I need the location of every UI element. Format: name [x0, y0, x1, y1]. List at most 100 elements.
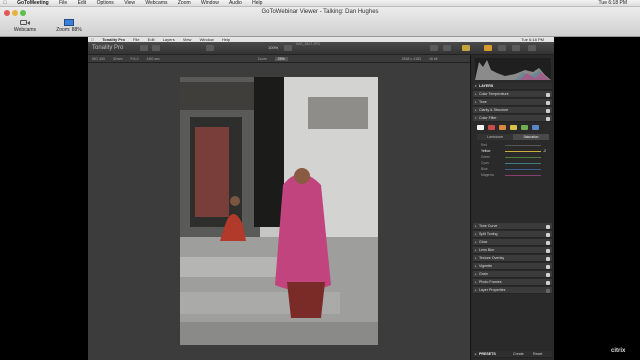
eyedropper-icon[interactable]	[498, 45, 506, 51]
section-grain-label: Grain	[479, 272, 488, 276]
enable-checkbox[interactable]	[546, 256, 550, 261]
window-title: GoToWebinar Viewer - Talking: Dan Hughes	[261, 9, 379, 15]
section-texture-overlay-label: Texture Overlay	[479, 256, 505, 260]
swatch-blue[interactable]	[532, 125, 539, 130]
section-vignette[interactable]: ▸ Vignette	[473, 263, 552, 270]
menu-view[interactable]: View	[124, 0, 135, 6]
fit-icon[interactable]	[206, 45, 214, 51]
create-preset-button[interactable]: Create	[513, 351, 524, 358]
enable-checkbox[interactable]	[546, 240, 550, 245]
image-canvas[interactable]	[88, 63, 470, 360]
zoom-100-button[interactable]: 100%	[268, 45, 278, 50]
panel-toggle-icon[interactable]	[528, 45, 536, 51]
compare-icon[interactable]	[284, 45, 292, 51]
swatch-green[interactable]	[521, 125, 528, 130]
zoom-select[interactable]: 25%	[274, 57, 288, 61]
enable-checkbox[interactable]	[546, 92, 550, 97]
open-icon[interactable]	[140, 45, 148, 51]
menu-file[interactable]: File	[59, 0, 67, 6]
color-swatches	[477, 125, 553, 131]
video-camera-icon	[20, 19, 30, 26]
share-icon[interactable]	[152, 45, 160, 51]
layers-label: LAYERS	[479, 84, 494, 88]
menu-audio[interactable]: Audio	[229, 0, 242, 6]
slider-blue[interactable]	[505, 169, 541, 170]
swatch-yellow[interactable]	[510, 125, 517, 130]
citrix-watermark: citrix	[611, 348, 626, 354]
menubar-clock: Tue 6:18 PM	[598, 0, 627, 6]
section-clarity-label: Clarity & Structure	[479, 108, 509, 112]
tonality-app-name: Tonality Pro	[92, 45, 124, 51]
adjustments-panel: ▾ LAYERS ▸ Color Temperature ▸ Tone ▸ Clarit…	[470, 55, 554, 360]
redo-icon[interactable]	[443, 45, 451, 51]
swatch-red[interactable]	[488, 125, 495, 130]
enable-checkbox[interactable]	[546, 280, 550, 285]
enable-checkbox[interactable]	[546, 288, 550, 293]
slider-magenta[interactable]	[505, 175, 541, 176]
menu-window[interactable]: Window	[201, 0, 219, 6]
mac-menubar:  GoToMeeting File Edit Options View Web…	[0, 0, 640, 7]
section-lens-blur[interactable]: ▸ Lens Blur	[473, 247, 552, 254]
section-tone-curve-label: Tone Curve	[479, 224, 498, 228]
undo-icon[interactable]	[430, 45, 438, 51]
channel-label-yellow: Yellow	[481, 149, 491, 153]
enable-checkbox[interactable]	[546, 248, 550, 253]
tab-saturation[interactable]: Saturation	[513, 134, 549, 140]
slider-yellow[interactable]	[505, 151, 541, 152]
enable-checkbox[interactable]	[546, 100, 550, 105]
histogram-icon[interactable]	[462, 45, 470, 51]
gotowebinar-window: GoToWebinar Viewer - Talking: Dan Hughes…	[0, 7, 640, 37]
info-aperture: F/4.0	[130, 57, 139, 61]
brush-icon[interactable]	[484, 45, 492, 51]
layers-header[interactable]: ▾ LAYERS	[473, 83, 552, 90]
section-tone[interactable]: ▸ Tone	[473, 99, 552, 106]
webcams-button[interactable]: Webcams	[8, 19, 42, 33]
slider-red[interactable]	[505, 145, 541, 146]
tab-luminance[interactable]: Luminance	[477, 134, 513, 140]
apple-icon[interactable]: 	[3, 0, 7, 6]
channel-label-green: Green	[481, 155, 491, 159]
webcams-label: Webcams	[13, 27, 37, 33]
swatch-white[interactable]	[477, 125, 484, 130]
menu-edit[interactable]: Edit	[78, 0, 87, 6]
slider-cyan[interactable]	[505, 163, 541, 164]
section-layer-properties-label: Layer Properties	[479, 288, 506, 292]
enable-checkbox[interactable]	[546, 108, 550, 113]
menu-webcams[interactable]: Webcams	[145, 0, 167, 6]
slider-green[interactable]	[505, 157, 541, 158]
section-grain[interactable]: ▸ Grain	[473, 271, 552, 278]
section-tone-curve[interactable]: ▸ Tone Curve	[473, 223, 552, 230]
section-vignette-label: Vignette	[479, 264, 493, 268]
enable-checkbox[interactable]	[546, 232, 550, 237]
photo-monk[interactable]	[180, 77, 378, 345]
menu-app-name[interactable]: GoToMeeting	[17, 0, 49, 6]
enable-checkbox[interactable]	[546, 272, 550, 277]
presets-bar[interactable]: ▸ PRESETS Create Reset	[473, 351, 552, 358]
channel-sliders: Red Yellow -2 Green Cyan Blue Magenta	[477, 143, 551, 183]
channel-label-blue: Blue	[481, 167, 488, 171]
section-tone-label: Tone	[479, 100, 487, 104]
shared-screen:  Tonality Pro File Edit Layers View Win…	[88, 37, 554, 360]
section-color-temperature-label: Color Temperature	[479, 92, 509, 96]
menu-help[interactable]: Help	[252, 0, 262, 6]
section-texture-overlay[interactable]: ▸ Texture Overlay	[473, 255, 552, 262]
section-color-temperature[interactable]: ▸ Color Temperature	[473, 91, 552, 98]
menu-zoom[interactable]: Zoom	[178, 0, 191, 6]
menu-options[interactable]: Options	[97, 0, 114, 6]
section-clarity[interactable]: ▸ Clarity & Structure	[473, 107, 552, 114]
section-color-filter[interactable]: ▾ Color Filter	[473, 115, 552, 122]
swatch-orange[interactable]	[499, 125, 506, 130]
reset-button[interactable]: Reset	[533, 351, 542, 358]
section-photo-frames[interactable]: ▸ Photo Frames	[473, 279, 552, 286]
crop-icon[interactable]	[512, 45, 520, 51]
enable-checkbox[interactable]	[546, 264, 550, 269]
channel-label-red: Red	[481, 143, 488, 147]
info-iso: ISO 400	[92, 57, 105, 61]
section-layer-properties[interactable]: ▸ Layer Properties	[473, 287, 552, 294]
enable-checkbox[interactable]	[546, 116, 550, 121]
section-split-toning[interactable]: ▸ Split Toning	[473, 231, 552, 238]
section-glow[interactable]: ▸ Glow	[473, 239, 552, 246]
zoom-button[interactable]: Zoom: 88%	[52, 19, 86, 33]
section-photo-frames-label: Photo Frames	[479, 280, 502, 284]
enable-checkbox[interactable]	[546, 224, 550, 229]
